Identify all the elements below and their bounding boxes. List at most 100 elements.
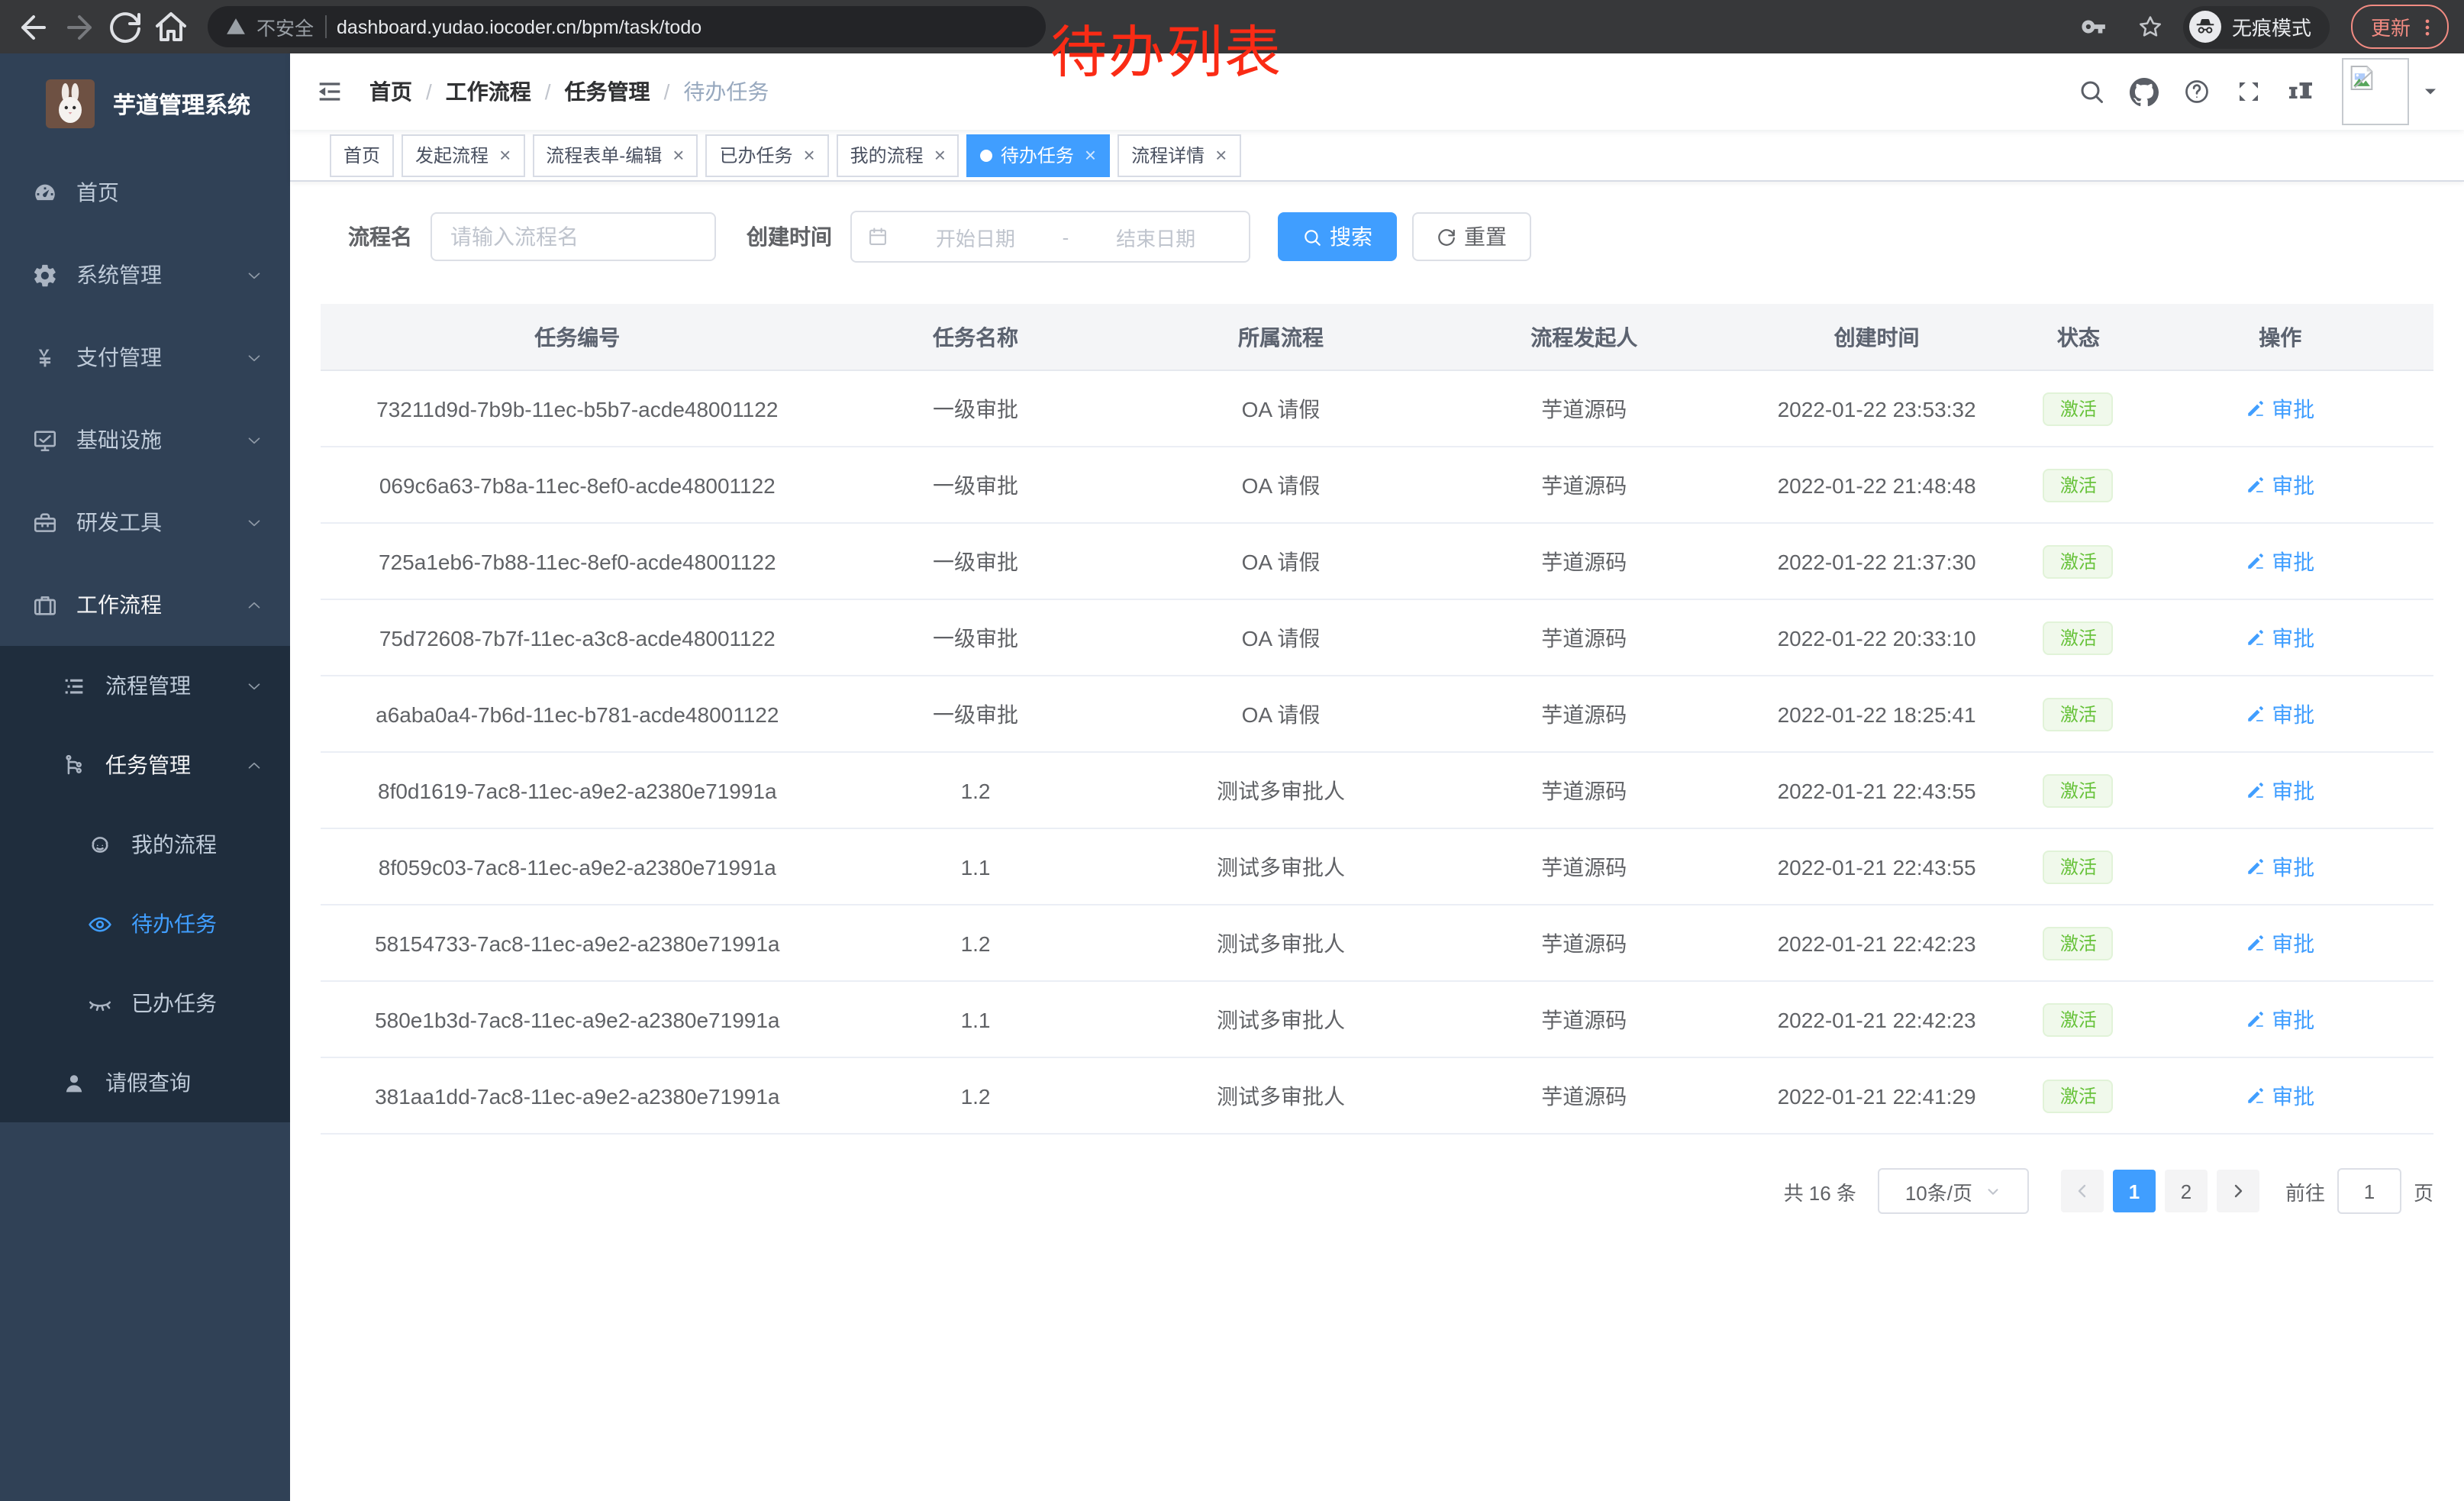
sidebar-item-1[interactable]: 系统管理 [0, 234, 290, 316]
sidebar-item-11[interactable]: 请假查询 [0, 1043, 290, 1122]
header-search-icon[interactable] [2078, 78, 2105, 105]
approve-link[interactable]: 审批 [2246, 622, 2314, 653]
status-cell: 激活 [2030, 676, 2127, 752]
task-id: 8f059c03-7ac8-11ec-a9e2-a2380e71991a [321, 828, 834, 905]
sidebar-item-7[interactable]: 任务管理 [0, 725, 290, 805]
breadcrumb-item[interactable]: 工作流程 [446, 76, 531, 107]
create-time: 2022-01-22 21:37:30 [1724, 523, 2030, 599]
process-starter: 芋道源码 [1445, 905, 1724, 981]
process-name-input[interactable] [431, 212, 716, 261]
close-tab-icon[interactable]: × [1085, 145, 1096, 165]
tab-1[interactable]: 发起流程× [402, 134, 524, 176]
active-tab-dot [981, 149, 993, 161]
action-cell: 审批 [2127, 981, 2433, 1057]
sidebar-item-6[interactable]: 流程管理 [0, 646, 290, 725]
tab-3[interactable]: 已办任务 × [705, 134, 828, 176]
status-cell: 激活 [2030, 599, 2127, 676]
column-header: 状态 [2030, 304, 2127, 370]
chrome-update-button[interactable]: 更新 [2351, 5, 2449, 49]
status-badge: 激活 [2043, 621, 2114, 654]
tab-6[interactable]: 流程详情× [1118, 134, 1240, 176]
approve-link[interactable]: 审批 [2246, 393, 2314, 424]
chevron-down-icon [244, 676, 264, 696]
close-tab-icon[interactable]: × [672, 145, 684, 165]
user-menu-caret-icon[interactable] [2421, 82, 2440, 101]
approve-link[interactable]: 审批 [2246, 775, 2314, 805]
create-time: 2022-01-21 22:43:55 [1724, 828, 2030, 905]
eye-closed-icon [87, 990, 113, 1016]
approve-link[interactable]: 审批 [2246, 1080, 2314, 1111]
sidebar-item-5[interactable]: 工作流程 [0, 563, 290, 646]
pencil-icon [2246, 551, 2266, 571]
approve-link[interactable]: 审批 [2246, 1004, 2314, 1035]
github-icon[interactable] [2130, 77, 2159, 106]
search-button-icon [1302, 227, 1322, 247]
search-button[interactable]: 搜索 [1278, 212, 1397, 261]
breadcrumb-separator: / [426, 79, 432, 104]
date-range-picker[interactable]: 开始日期 - 结束日期 [850, 211, 1250, 263]
sidebar-logo[interactable]: 芋道管理系统 [0, 53, 290, 142]
browser-reload-icon[interactable] [107, 8, 144, 45]
close-tab-icon[interactable]: × [1215, 145, 1227, 165]
sidebar-collapse-icon[interactable] [314, 76, 345, 107]
help-icon[interactable] [2183, 78, 2211, 105]
create-time: 2022-01-21 22:43:55 [1724, 752, 2030, 828]
status-cell: 激活 [2030, 447, 2127, 523]
page-size-value: 10条/页 [1905, 1177, 1972, 1206]
create-time: 2022-01-22 21:48:48 [1724, 447, 2030, 523]
chevron-up-icon [244, 595, 264, 615]
tab-label: 已办任务 [719, 142, 792, 168]
not-secure-warning-icon[interactable] [226, 17, 246, 37]
column-header: 流程发起人 [1445, 304, 1724, 370]
sidebar-item-8[interactable]: 我的流程 [0, 805, 290, 884]
approve-link[interactable]: 审批 [2246, 928, 2314, 958]
page-button-1[interactable]: 1 [2113, 1170, 2156, 1212]
tab-5[interactable]: 待办任务× [967, 134, 1110, 176]
sidebar-item-label: 请假查询 [105, 1067, 191, 1098]
sidebar: 芋道管理系统 首页系统管理支付管理基础设施研发工具工作流程流程管理任务管理我的流… [0, 53, 290, 1501]
close-tab-icon[interactable]: × [803, 145, 814, 165]
close-tab-icon[interactable]: × [499, 145, 511, 165]
task-name: 一级审批 [834, 370, 1118, 447]
sidebar-item-label: 流程管理 [105, 670, 191, 701]
font-size-icon[interactable] [2287, 78, 2314, 105]
toolbox-icon [32, 509, 58, 535]
address-bar[interactable]: 不安全 dashboard.yudao.iocoder.cn/bpm/task/… [208, 6, 1046, 47]
approve-link[interactable]: 审批 [2246, 546, 2314, 576]
sidebar-item-4[interactable]: 研发工具 [0, 481, 290, 563]
approve-link[interactable]: 审批 [2246, 699, 2314, 729]
breadcrumb-item[interactable]: 任务管理 [565, 76, 650, 107]
status-badge: 激活 [2043, 850, 2114, 883]
tab-4[interactable]: 我的流程× [837, 134, 959, 176]
browser-back-icon[interactable] [15, 8, 52, 45]
page-size-select[interactable]: 10条/页 [1878, 1168, 2029, 1214]
browser-home-icon[interactable] [153, 8, 189, 45]
create-time: 2022-01-22 18:25:41 [1724, 676, 2030, 752]
chrome-menu-icon[interactable] [2417, 16, 2438, 37]
approve-link[interactable]: 审批 [2246, 470, 2314, 500]
avatar[interactable] [2342, 58, 2409, 125]
prev-page-button[interactable] [2061, 1170, 2104, 1212]
breadcrumb-item[interactable]: 首页 [369, 76, 412, 107]
password-key-icon[interactable] [2081, 14, 2107, 40]
sidebar-item-9[interactable]: 待办任务 [0, 884, 290, 964]
page-button-2[interactable]: 2 [2165, 1170, 2208, 1212]
goto-page-input[interactable] [2337, 1168, 2401, 1214]
user-icon [61, 1070, 87, 1096]
sidebar-item-0[interactable]: 首页 [0, 151, 290, 234]
task-name: 1.1 [834, 828, 1118, 905]
next-page-button[interactable] [2217, 1170, 2259, 1212]
tab-0[interactable]: 首页 [330, 134, 394, 176]
chevron-down-icon [244, 347, 264, 367]
sidebar-item-10[interactable]: 已办任务 [0, 964, 290, 1043]
bookmark-star-icon[interactable] [2137, 14, 2163, 40]
fullscreen-icon[interactable] [2235, 78, 2262, 105]
reset-button[interactable]: 重置 [1412, 212, 1531, 261]
table-body: 73211d9d-7b9b-11ec-b5b7-acde48001122一级审批… [321, 370, 2433, 1134]
sidebar-item-3[interactable]: 基础设施 [0, 399, 290, 481]
browser-forward-icon[interactable] [61, 8, 98, 45]
approve-link[interactable]: 审批 [2246, 851, 2314, 882]
close-tab-icon[interactable]: × [934, 145, 946, 165]
tab-2[interactable]: 流程表单-编辑× [532, 134, 698, 176]
sidebar-item-2[interactable]: 支付管理 [0, 316, 290, 399]
